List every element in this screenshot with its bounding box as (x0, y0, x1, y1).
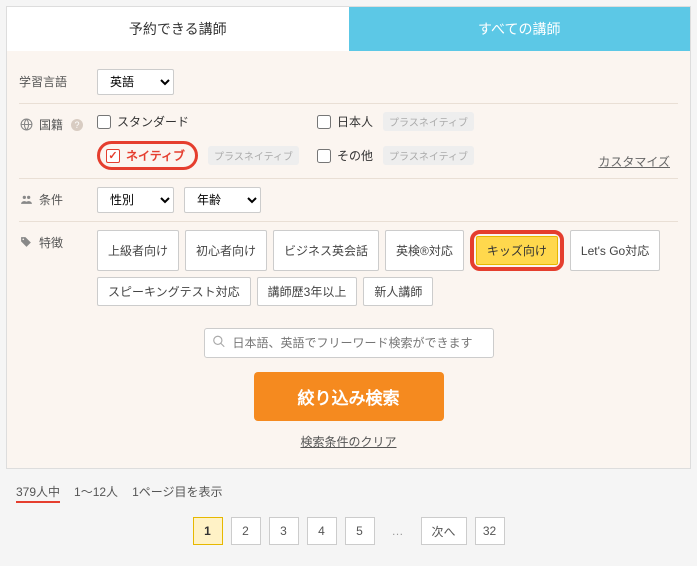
row-conditions: 条件 性別 年齢 (19, 179, 678, 222)
results-summary: 379人中 1～12人 1ページ目を表示 (0, 475, 697, 511)
check-japanese[interactable]: 日本人 プラスネイティブ (317, 112, 678, 131)
tab-bookable[interactable]: 予約できる講師 (7, 7, 349, 51)
plus-native-badge: プラスネイティブ (383, 146, 474, 165)
results-range: 1～12人 (74, 483, 118, 503)
page-last[interactable]: 32 (475, 517, 505, 545)
plus-native-badge: プラスネイティブ (208, 146, 299, 165)
freeword-search-input[interactable] (204, 328, 494, 358)
page-3[interactable]: 3 (269, 517, 299, 545)
language-label: 学習言語 (19, 69, 97, 90)
page-4[interactable]: 4 (307, 517, 337, 545)
tag-kids[interactable]: キッズ向け (476, 236, 558, 265)
page-5[interactable]: 5 (345, 517, 375, 545)
tag-3years[interactable]: 講師歴3年以上 (257, 277, 358, 306)
nationality-label: 国籍 (39, 116, 63, 133)
check-native-highlighted[interactable]: ✓ ネイティブ (97, 141, 198, 170)
search-icon (212, 335, 226, 352)
page-next[interactable]: 次へ (421, 517, 467, 545)
tag-eiken[interactable]: 英検®対応 (385, 230, 464, 271)
gender-select[interactable]: 性別 (97, 187, 174, 213)
results-total: 379人中 (16, 483, 60, 503)
age-select[interactable]: 年齢 (184, 187, 261, 213)
clear-filters-link[interactable]: 検索条件のクリア (19, 433, 678, 450)
row-features: 特徴 上級者向け 初心者向け ビジネス英会話 英検®対応 キッズ向け Let's… (19, 222, 678, 314)
filter-panel: 予約できる講師 すべての講師 学習言語 英語 国籍 ? (6, 6, 691, 469)
plus-native-badge: プラスネイティブ (383, 112, 474, 131)
conditions-label: 条件 (39, 191, 63, 208)
tag-speaking-test[interactable]: スピーキングテスト対応 (97, 277, 251, 306)
language-select[interactable]: 英語 (97, 69, 174, 95)
results-page-info: 1ページ目を表示 (132, 483, 222, 503)
tag-kids-highlighted: キッズ向け (470, 230, 564, 271)
tag-business[interactable]: ビジネス英会話 (273, 230, 379, 271)
tag-letsgo[interactable]: Let's Go対応 (570, 230, 660, 271)
tab-all[interactable]: すべての講師 (349, 7, 691, 51)
features-label: 特徴 (39, 234, 63, 251)
people-icon (19, 193, 33, 206)
tag-new[interactable]: 新人講師 (363, 277, 433, 306)
page-1[interactable]: 1 (193, 517, 223, 545)
filter-submit-button[interactable]: 絞り込み検索 (254, 372, 444, 421)
checkmark-icon: ✓ (106, 149, 120, 163)
pagination: 1 2 3 4 5 … 次へ 32 (0, 511, 697, 559)
help-icon[interactable]: ? (71, 119, 83, 131)
tag-icon (19, 236, 33, 249)
row-nationality: 国籍 ? スタンダード 日本人 プラスネイティブ (19, 104, 678, 179)
tag-advanced[interactable]: 上級者向け (97, 230, 179, 271)
row-language: 学習言語 英語 (19, 61, 678, 104)
globe-icon (19, 118, 33, 131)
customize-link[interactable]: カスタマイズ (598, 153, 670, 170)
page-2[interactable]: 2 (231, 517, 261, 545)
page-ellipsis: … (383, 517, 413, 545)
check-standard[interactable]: スタンダード (97, 113, 317, 130)
tabs: 予約できる講師 すべての講師 (7, 7, 690, 51)
tag-beginner[interactable]: 初心者向け (185, 230, 267, 271)
